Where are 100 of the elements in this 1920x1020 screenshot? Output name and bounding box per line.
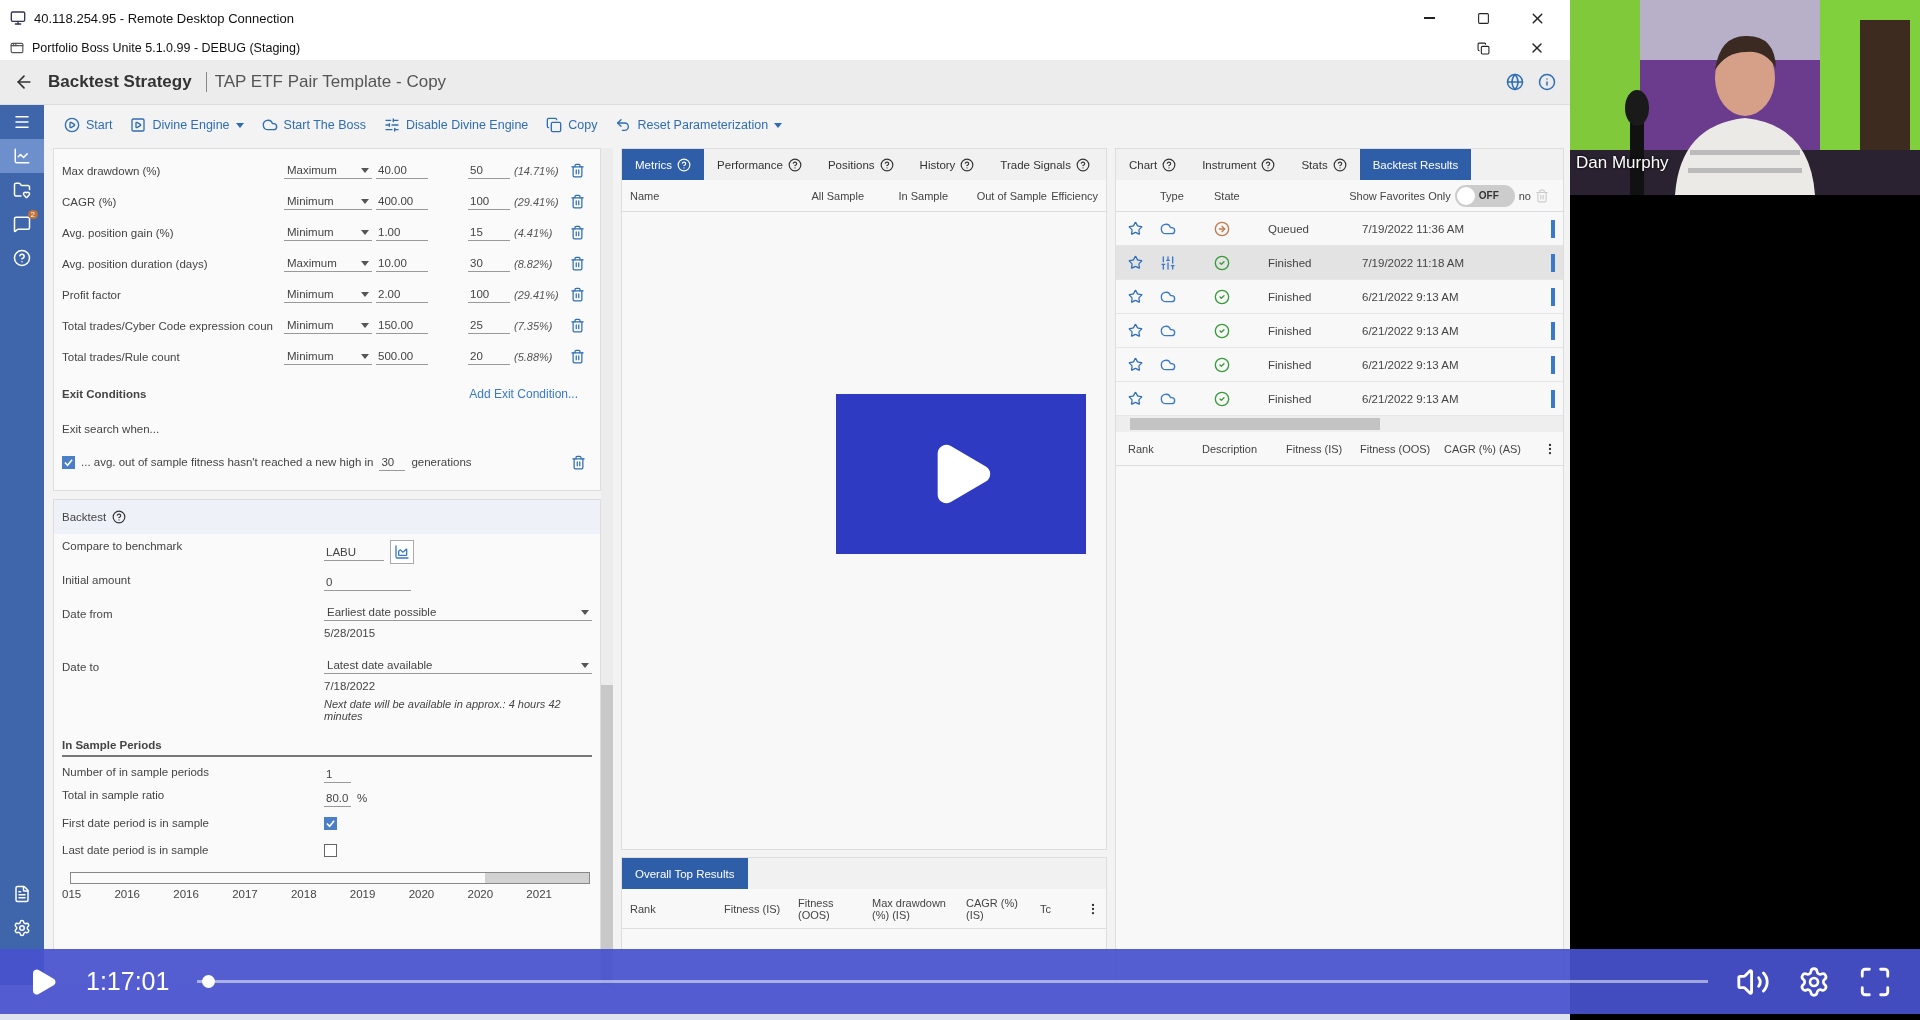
ratio-field[interactable]: 80.0 xyxy=(324,789,351,807)
check-circle-icon xyxy=(1214,390,1230,407)
weight-share: (8.82%) xyxy=(514,257,554,270)
condition-text: ... avg. out of sample fitness hasn't reached a new high in xyxy=(81,456,374,468)
weight-field[interactable]: 15 xyxy=(468,224,510,241)
toolbar-button[interactable]: Start The Boss xyxy=(259,115,368,135)
target-dropdown[interactable]: Minimum xyxy=(284,193,372,210)
result-row[interactable]: Finished 6/21/2022 9:13 AM xyxy=(1116,348,1563,382)
year-label: 2018 xyxy=(290,888,317,900)
weight-share: (4.41%) xyxy=(514,226,554,239)
queued-icon xyxy=(1214,220,1230,237)
scrollbar[interactable] xyxy=(1116,416,1563,432)
toolbar-button[interactable]: Start xyxy=(62,115,115,135)
metric-label: Total trades/Cyber Code expression coun xyxy=(62,319,274,332)
caret-icon xyxy=(581,609,589,615)
result-row[interactable]: Finished 6/21/2022 9:13 AM xyxy=(1116,314,1563,348)
metric-label: Total trades/Rule count xyxy=(62,350,181,363)
date-dropdown[interactable]: Earliest date possible xyxy=(324,604,592,621)
settings-button[interactable] xyxy=(1798,965,1830,998)
tab[interactable]: Trade Signals xyxy=(987,149,1103,180)
weight-field[interactable]: 100 xyxy=(468,286,510,303)
row-marker xyxy=(1551,355,1555,374)
year-label: 2020 xyxy=(408,888,435,900)
sidebar-item[interactable]: 2 xyxy=(0,207,44,241)
progress-thumb[interactable] xyxy=(201,975,215,988)
weight-field[interactable]: 20 xyxy=(468,348,510,365)
checkbox[interactable] xyxy=(62,455,75,469)
tab[interactable]: Metrics xyxy=(622,149,705,180)
target-dropdown[interactable]: Minimum xyxy=(284,348,372,365)
add-exit-condition-link[interactable]: Add Exit Condition... xyxy=(469,387,578,401)
check-circle-icon xyxy=(1214,254,1230,271)
field-label: Date to xyxy=(62,660,101,673)
tab[interactable]: Backtest Results xyxy=(1359,149,1472,180)
weight-field[interactable]: 25 xyxy=(468,317,510,334)
benchmark-field[interactable]: LABU xyxy=(324,543,384,561)
value-field[interactable]: 2.00 xyxy=(376,286,428,303)
periods-field[interactable]: 1 xyxy=(324,766,351,783)
toolbar-button[interactable]: Reset Parameterization xyxy=(613,115,785,135)
target-dropdown[interactable]: Maximum xyxy=(284,255,372,272)
weight-share: (7.35%) xyxy=(514,319,554,332)
checkbox[interactable] xyxy=(324,817,337,830)
tab[interactable]: Stats xyxy=(1288,149,1360,180)
chart-icon xyxy=(13,147,31,165)
toolbar-button[interactable]: Divine Engine xyxy=(128,115,246,135)
tab[interactable]: Positions xyxy=(814,149,907,180)
delete-button[interactable] xyxy=(571,454,586,470)
date-cell-text: 6/21/2022 9:13 AM xyxy=(1362,324,1460,337)
field-label: Last date period is in sample xyxy=(62,844,210,856)
field-label: Initial amount xyxy=(62,574,132,586)
date-dropdown[interactable]: Latest date available xyxy=(324,657,592,674)
play-icon xyxy=(64,117,80,133)
info-button[interactable] xyxy=(1538,73,1556,91)
menu-icon xyxy=(13,113,31,131)
sidebar-item[interactable] xyxy=(0,139,44,173)
weight-field[interactable]: 50 xyxy=(468,162,510,179)
row-marker xyxy=(1551,219,1555,238)
value-field[interactable]: 40.00 xyxy=(376,162,428,179)
tab[interactable]: Performance xyxy=(704,149,815,180)
state-cell-text: Finished xyxy=(1268,290,1313,303)
engine-icon xyxy=(130,117,147,133)
value-field[interactable]: 10.00 xyxy=(376,255,428,272)
target-dropdown[interactable]: Maximum xyxy=(284,162,372,179)
year-label: 2021 xyxy=(526,888,552,900)
tab[interactable]: Overall Top Results xyxy=(622,858,748,889)
row-marker xyxy=(1551,321,1555,340)
target-dropdown[interactable]: Minimum xyxy=(284,224,372,241)
period-slider[interactable] xyxy=(70,872,590,884)
value-field[interactable]: 400.00 xyxy=(376,193,428,210)
generations-field[interactable]: 30 xyxy=(379,453,406,471)
year-label: 015 xyxy=(62,888,82,900)
field-label: Compare to benchmark xyxy=(62,540,184,552)
column-header: Tc xyxy=(1040,902,1052,915)
tab[interactable]: History xyxy=(906,149,988,180)
app-icon xyxy=(10,41,24,55)
weight-field[interactable]: 30 xyxy=(468,255,510,272)
tab[interactable]: Instrument xyxy=(1189,149,1289,180)
tab[interactable]: Chart xyxy=(1116,149,1190,180)
play-overlay-button[interactable] xyxy=(836,394,1086,554)
toolbar-button[interactable]: Disable Divine Engine xyxy=(382,115,531,135)
favorites-toggle[interactable]: OFF xyxy=(1454,184,1515,207)
value-field[interactable]: 500.00 xyxy=(376,348,428,365)
document-icon xyxy=(13,885,31,903)
toolbar-button[interactable]: Copy xyxy=(544,115,600,135)
result-row[interactable]: Finished 7/19/2022 11:18 AM xyxy=(1116,246,1563,280)
row-marker xyxy=(1551,253,1555,272)
value-field[interactable]: 150.00 xyxy=(376,317,428,334)
globe-button[interactable] xyxy=(1506,73,1524,91)
benchmark-chart-button[interactable] xyxy=(390,540,414,564)
weight-field[interactable]: 100 xyxy=(468,193,510,210)
target-dropdown[interactable]: Minimum xyxy=(284,317,372,334)
target-dropdown[interactable]: Minimum xyxy=(284,286,372,303)
amount-field[interactable]: 0 xyxy=(324,574,411,591)
result-row[interactable]: Finished 6/21/2022 9:13 AM xyxy=(1116,280,1563,314)
state-cell-text: Finished xyxy=(1268,324,1313,337)
date-cell-text: 7/19/2022 11:36 AM xyxy=(1362,222,1466,235)
weight-share: (14.71%) xyxy=(514,164,560,177)
value-field[interactable]: 1.00 xyxy=(376,224,428,241)
checkbox[interactable] xyxy=(324,844,337,857)
window-title: Portfolio Boss Unite 5.1.0.99 - DEBUG (Staging) xyxy=(32,41,302,55)
favorites-label: Show Favorites Only xyxy=(1348,189,1451,202)
